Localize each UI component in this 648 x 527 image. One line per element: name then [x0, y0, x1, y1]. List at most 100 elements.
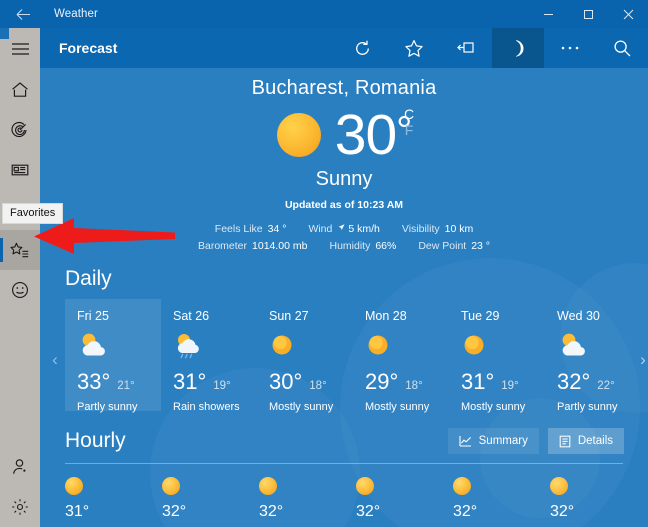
hourly-divider — [65, 463, 623, 464]
day-temperatures: 29° 18° — [365, 369, 449, 395]
daily-forecast-card[interactable]: Tue 29 31° 19° Mostly sunny — [449, 299, 545, 413]
current-temperature-value: 30 — [334, 103, 397, 167]
day-low: 21° — [117, 380, 135, 392]
summary-button[interactable]: Summary — [447, 428, 539, 454]
dew-point-value: 23 ° — [471, 240, 490, 252]
hourly-forecast-item[interactable]: 32° — [550, 477, 647, 521]
more-ellipsis-icon[interactable] — [544, 28, 596, 68]
sun-icon — [259, 477, 277, 495]
day-high: 30° — [269, 369, 303, 394]
details-button[interactable]: Details — [547, 428, 624, 454]
day-label: Wed 30 — [557, 309, 600, 323]
day-label: Sun 27 — [269, 309, 309, 323]
moon-icon[interactable] — [492, 28, 544, 68]
current-condition-text: Sunny — [315, 168, 373, 190]
sun-icon — [550, 477, 568, 495]
search-icon[interactable] — [596, 28, 648, 68]
day-low: 18° — [405, 380, 423, 392]
sidebar-item-favorites[interactable] — [0, 230, 40, 270]
line-chart-icon — [459, 435, 472, 447]
day-high: 32° — [557, 369, 591, 394]
current-details-row-2: Barometer 1014.00 mb Humidity 66% Dew Poin… — [40, 238, 648, 255]
back-arrow-icon[interactable] — [0, 0, 46, 28]
day-high: 31° — [461, 369, 495, 394]
sun-icon — [162, 477, 180, 495]
day-high: 33° — [77, 369, 111, 394]
daily-forecast-card[interactable]: Sun 27 30° 18° Mostly sunny — [257, 299, 353, 413]
chevron-left-icon[interactable]: ‹ — [47, 343, 63, 377]
rain-showers-icon — [173, 331, 257, 361]
day-high: 29° — [365, 369, 399, 394]
daily-section-title: Daily — [65, 267, 112, 290]
day-label: Tue 29 — [461, 309, 500, 323]
title-bar: Weather — [0, 0, 648, 28]
unit-fahrenheit[interactable]: F — [404, 122, 414, 138]
day-temperatures: 32° 22° — [557, 369, 641, 395]
daily-forecast-card[interactable]: Wed 30 32° 22° Partly sunny — [545, 299, 641, 413]
sun-icon — [365, 331, 449, 361]
daily-forecast-card[interactable]: Mon 28 29° 18° Mostly sunny — [353, 299, 449, 413]
visibility-label: Visibility — [401, 223, 440, 235]
day-low: 22° — [597, 380, 615, 392]
close-button[interactable] — [608, 0, 648, 28]
wind-value-group: 5 km/h — [337, 223, 380, 235]
hourly-section-header: Hourly Summary Details — [65, 428, 624, 454]
hourly-temperature: 32° — [453, 503, 478, 520]
barometer-value: 1014.00 mb — [252, 240, 308, 252]
sidebar-item-forecast[interactable] — [0, 70, 40, 110]
daily-forecast-list: Fri 25 33° 21° Partly sunny Sat 26 31° 1… — [65, 299, 648, 413]
chevron-right-icon[interactable]: › — [635, 343, 648, 377]
summary-label: Summary — [478, 435, 528, 447]
sidebar-item-news[interactable] — [0, 150, 40, 190]
sidebar-accent-sliver — [0, 28, 9, 39]
day-description: Mostly sunny — [365, 401, 430, 413]
feels-like-metric: Feels Like 34 ° — [215, 221, 287, 238]
wind-value: 5 km/h — [348, 223, 380, 235]
radar-maps-icon — [11, 121, 29, 139]
hourly-forecast-item[interactable]: 31° — [65, 477, 162, 521]
dew-point-metric: Dew Point 23 ° — [418, 238, 490, 255]
hourly-temperature: 31° — [65, 503, 90, 520]
day-label: Sat 26 — [173, 309, 210, 323]
unit-toggle[interactable]: C F — [404, 106, 414, 138]
sidebar-item-send-feedback[interactable] — [0, 270, 40, 310]
account-person-icon — [11, 458, 29, 476]
current-details-row-1: Feels Like 34 ° Wind 5 km/h Visibility 10 … — [40, 221, 648, 238]
daily-forecast-card[interactable]: Sat 26 31° 19° Rain showers — [161, 299, 257, 413]
favorite-star-icon[interactable] — [388, 28, 440, 68]
maximize-button[interactable] — [568, 0, 608, 28]
home-icon — [11, 81, 29, 99]
sun-icon — [276, 113, 321, 157]
day-temperatures: 33° 21° — [77, 369, 161, 395]
hourly-section-title: Hourly — [65, 429, 126, 452]
hourly-forecast-item[interactable]: 32° — [453, 477, 550, 521]
sidebar-item-settings[interactable] — [0, 487, 40, 527]
refresh-icon[interactable] — [336, 28, 388, 68]
daily-section-header: Daily — [65, 267, 648, 291]
app-header-bar: Forecast — [40, 28, 648, 68]
barometer-label: Barometer — [197, 240, 248, 252]
day-description: Mostly sunny — [461, 401, 526, 413]
humidity-value: 66% — [375, 240, 397, 252]
details-label: Details — [577, 435, 613, 447]
unit-celsius[interactable]: C — [404, 106, 414, 122]
favorites-tooltip: Favorites — [2, 203, 64, 224]
hourly-forecast-item[interactable]: 32° — [259, 477, 356, 521]
minimize-button[interactable] — [528, 0, 568, 28]
pin-icon[interactable] — [440, 28, 492, 68]
sidebar-item-account[interactable] — [0, 447, 40, 487]
send-feedback-smiley-icon — [11, 281, 29, 299]
visibility-value: 10 km — [444, 223, 474, 235]
humidity-label: Humidity — [329, 240, 371, 252]
favorites-star-list-icon — [10, 242, 30, 259]
hourly-forecast-item[interactable]: 32° — [356, 477, 453, 521]
daily-forecast-carousel: ‹ › Fri 25 33° 21° Partly sunny Sat 26 3… — [40, 299, 648, 413]
location-name: Bucharest, Romania — [251, 77, 437, 99]
daily-forecast-card[interactable]: Fri 25 33° 21° Partly sunny — [65, 299, 161, 413]
hourly-temperature: 32° — [162, 503, 187, 520]
sun-icon — [453, 477, 471, 495]
hourly-forecast-item[interactable]: 32° — [162, 477, 259, 521]
sidebar-item-maps[interactable] — [0, 110, 40, 150]
sun-icon — [269, 331, 353, 361]
day-high: 31° — [173, 369, 207, 394]
